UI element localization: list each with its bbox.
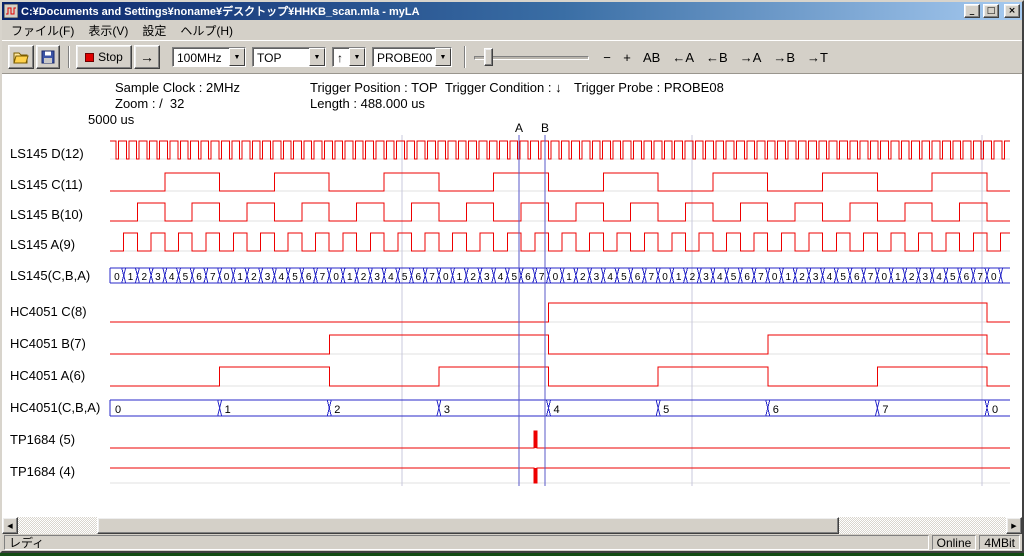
length-info: Length : 488.000 us [310, 96, 425, 111]
stop-button[interactable]: Stop [76, 45, 132, 69]
app-window: C:¥Documents and Settings¥noname¥デスクトップ¥… [0, 0, 1024, 553]
run-button[interactable]: → [134, 45, 160, 69]
menu-file[interactable]: ファイル(F) [4, 20, 81, 41]
trigger-probe-select[interactable]: PROBE00 ▼ [372, 47, 452, 67]
chevron-down-icon[interactable]: ▼ [309, 48, 325, 66]
set-cursor-a-button[interactable]: →A [735, 46, 767, 68]
chevron-down-icon[interactable]: ▼ [229, 48, 245, 66]
menu-settings[interactable]: 設定 [135, 20, 173, 41]
zoom-out-button[interactable]: − [598, 46, 616, 68]
window-title: C:¥Documents and Settings¥noname¥デスクトップ¥… [21, 3, 961, 19]
sample-clock-select[interactable]: 100MHz ▼ [172, 47, 246, 67]
horizontal-scrollbar[interactable]: ◀ ▶ [2, 517, 1022, 534]
floppy-disk-icon [41, 50, 55, 64]
channel-label: LS145 D(12) [10, 146, 84, 161]
trigger-position-select[interactable]: TOP ▼ [252, 47, 326, 67]
toolbar: Stop → 100MHz ▼ TOP ▼ ↑ ▼ PROBE00 ▼ − + … [2, 40, 1022, 74]
zoom-slider[interactable] [474, 45, 589, 69]
trigger-edge-select[interactable]: ↑ ▼ [332, 47, 366, 67]
menu-view[interactable]: 表示(V) [81, 20, 135, 41]
chevron-down-icon[interactable]: ▼ [435, 48, 451, 66]
channel-label: HC4051 B(7) [10, 336, 86, 351]
scrollbar-thumb[interactable] [97, 517, 839, 534]
status-online: Online [932, 535, 977, 550]
channel-label: LS145 A(9) [10, 237, 75, 252]
close-button[interactable]: × [1004, 4, 1020, 18]
maximize-button[interactable]: □ [983, 4, 999, 18]
open-button[interactable] [8, 45, 34, 69]
channel-label: LS145 C(11) [10, 177, 83, 192]
trigger-position-info: Trigger Position : TOP [310, 80, 438, 95]
menu-help[interactable]: ヘルプ(H) [173, 20, 240, 41]
trigger-edge-value: ↑ [333, 48, 349, 66]
waveform-panel [2, 74, 1022, 517]
status-bar: レディ Online 4MBit [2, 534, 1022, 551]
sample-clock-value: 100MHz [173, 48, 229, 66]
goto-cursor-a-button[interactable]: ←A [667, 46, 699, 68]
status-memory: 4MBit [979, 535, 1020, 550]
set-cursor-b-button[interactable]: →B [768, 46, 800, 68]
timebase-label: 5000 us [88, 112, 134, 127]
ab-range-button[interactable]: AB [638, 46, 665, 68]
goto-trigger-button[interactable]: →T [802, 46, 833, 68]
app-icon [4, 4, 18, 18]
sample-clock-info: Sample Clock : 2MHz [115, 80, 240, 95]
status-ready: レディ [4, 535, 929, 550]
trigger-condition-info: Trigger Condition : ↓ [445, 80, 562, 95]
trigger-probe-info: Trigger Probe : PROBE08 [574, 80, 724, 95]
stop-icon [85, 53, 94, 62]
open-folder-icon [13, 51, 29, 64]
scroll-left-icon[interactable]: ◀ [2, 517, 18, 534]
channel-label: HC4051 A(6) [10, 368, 85, 383]
save-button[interactable] [36, 45, 60, 69]
channel-label: TP1684 (4) [10, 464, 75, 479]
zoom-in-button[interactable]: + [618, 46, 636, 68]
channel-label: LS145(C,B,A) [10, 268, 90, 283]
channel-label: TP1684 (5) [10, 432, 75, 447]
toolbar-separator [68, 46, 70, 68]
channel-label: LS145 B(10) [10, 207, 83, 222]
goto-cursor-b-button[interactable]: ←B [701, 46, 733, 68]
toolbar-separator [464, 46, 466, 68]
zoom-slider-thumb[interactable] [484, 48, 493, 66]
trigger-position-value: TOP [253, 48, 309, 66]
scroll-right-icon[interactable]: ▶ [1006, 517, 1022, 534]
trigger-probe-value: PROBE00 [373, 48, 435, 66]
zoom-info: Zoom : / 32 [115, 96, 184, 111]
minimize-button[interactable]: _ [964, 4, 980, 18]
menu-bar: ファイル(F) 表示(V) 設定 ヘルプ(H) [2, 20, 1022, 40]
channel-label: HC4051 C(8) [10, 304, 87, 319]
title-bar[interactable]: C:¥Documents and Settings¥noname¥デスクトップ¥… [2, 2, 1022, 20]
channel-label: HC4051(C,B,A) [10, 400, 100, 415]
chevron-down-icon[interactable]: ▼ [349, 48, 365, 66]
